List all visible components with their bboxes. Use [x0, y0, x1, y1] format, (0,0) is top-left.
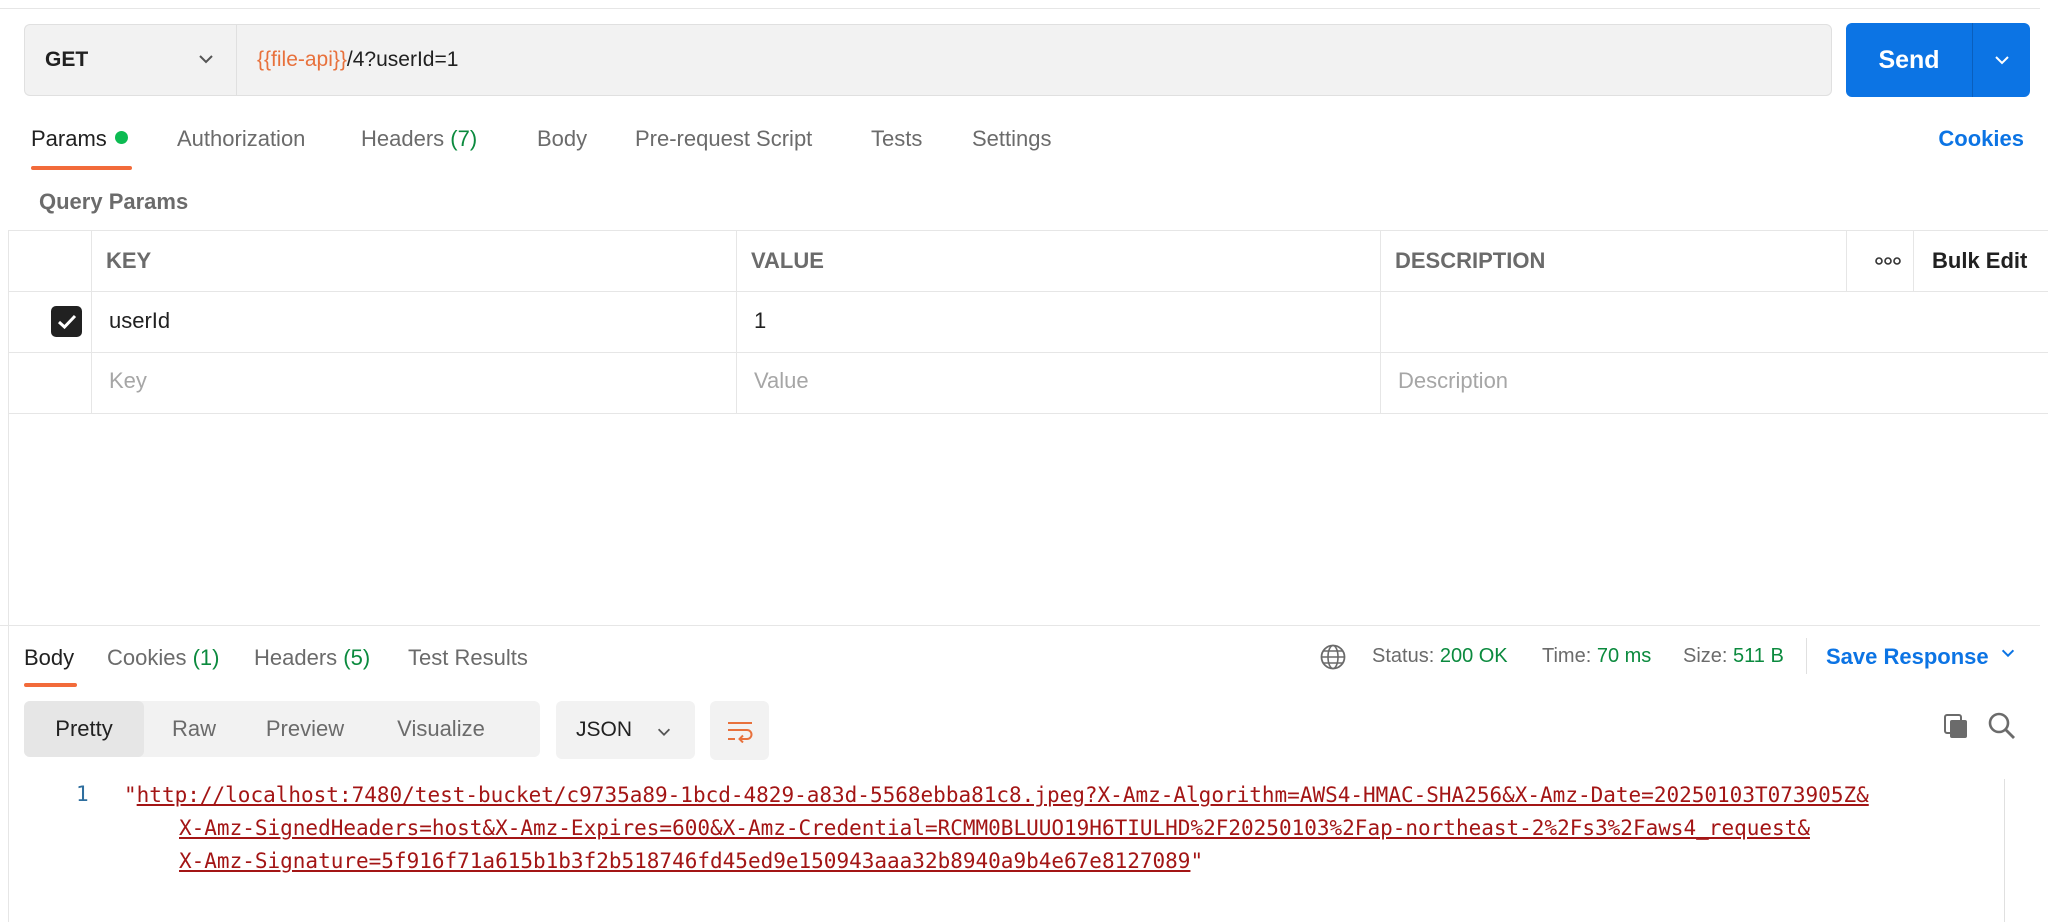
chevron-down-icon: [657, 728, 671, 736]
chevron-down-icon: [199, 55, 213, 64]
col-divider: [1846, 231, 1847, 292]
column-header-value: VALUE: [751, 248, 824, 273]
table-bottom-divider: [9, 413, 2048, 414]
tab-params-label: Params: [31, 126, 107, 151]
response-status[interactable]: Status: 200 OK: [1372, 645, 1508, 668]
code-line: X-Amz-Signature=5f916f71a615b1b3f2b51874…: [124, 845, 1966, 878]
response-size[interactable]: Size: 511 B: [1683, 645, 1784, 668]
line-number: 1: [76, 782, 89, 806]
save-response-button[interactable]: Save Response: [1826, 644, 2017, 670]
tab-settings[interactable]: Settings: [972, 126, 1052, 152]
tab-active-indicator: [31, 166, 132, 170]
search-icon[interactable]: [1987, 711, 2017, 741]
chevron-down-icon: [1994, 56, 2009, 65]
tab-headers-label: Headers: [361, 126, 445, 151]
cookies-link[interactable]: Cookies: [1938, 126, 2024, 152]
tab-headers[interactable]: Headers (7): [361, 126, 477, 152]
column-header-key: KEY: [106, 248, 152, 273]
send-dropdown-button[interactable]: [1973, 23, 2030, 97]
new-value-input[interactable]: Value: [754, 368, 809, 394]
param-key-cell[interactable]: userId: [109, 308, 170, 334]
editor-scroll-border: [2004, 779, 2005, 922]
view-mode-raw[interactable]: Raw: [144, 701, 244, 757]
size-value: 511 B: [1733, 645, 1784, 667]
new-key-input[interactable]: Key: [109, 368, 147, 394]
top-divider: [0, 8, 2040, 9]
response-url-part-3[interactable]: X-Amz-Signature=5f916f71a615b1b3f2b51874…: [179, 849, 1190, 873]
view-mode-visualize[interactable]: Visualize: [366, 701, 516, 757]
param-enabled-checkbox[interactable]: [51, 306, 82, 337]
new-description-input[interactable]: Description: [1398, 368, 1508, 394]
tab-headers-count: (7): [450, 126, 478, 151]
code-line: "http://localhost:7480/test-bucket/c9735…: [124, 779, 1966, 812]
response-tab-cookies-count: (1): [192, 645, 220, 670]
method-select[interactable]: GET: [24, 24, 236, 96]
tab-authorization[interactable]: Authorization: [177, 126, 305, 152]
view-mode-switcher: Pretty Raw Preview Visualize: [24, 701, 540, 757]
response-tab-cookies[interactable]: Cookies (1): [107, 645, 220, 671]
response-tab-body[interactable]: Body: [24, 645, 74, 671]
more-options-button[interactable]: [1873, 246, 1903, 276]
copy-icon[interactable]: [1942, 712, 1970, 740]
response-url-part-2[interactable]: X-Amz-SignedHeaders=host&X-Amz-Expires=6…: [179, 816, 1810, 840]
size-label: Size:: [1683, 645, 1728, 667]
time-label: Time:: [1542, 645, 1592, 667]
col-divider: [1380, 231, 1381, 414]
tab-prerequest-script[interactable]: Pre-request Script: [635, 126, 812, 152]
format-label: JSON: [576, 718, 633, 741]
response-tab-headers-label: Headers: [254, 645, 338, 670]
tab-tests[interactable]: Tests: [871, 126, 922, 152]
params-active-dot: [114, 131, 128, 144]
bulk-edit-button[interactable]: Bulk Edit: [1932, 248, 2027, 274]
query-params-label: Query Params: [39, 189, 189, 214]
view-mode-pretty[interactable]: Pretty: [24, 701, 144, 757]
time-value: 70 ms: [1596, 645, 1652, 667]
quote-close: ": [1190, 849, 1204, 873]
status-separator: [1806, 638, 1807, 674]
send-button[interactable]: Send: [1846, 23, 1972, 97]
word-wrap-button[interactable]: [710, 701, 769, 760]
response-divider: [0, 625, 2040, 626]
col-divider: [91, 231, 92, 414]
tab-body[interactable]: Body: [537, 126, 587, 152]
more-horizontal-icon: [1875, 257, 1901, 265]
column-header-description: DESCRIPTION: [1395, 248, 1546, 273]
response-tab-headers-count: (5): [343, 645, 371, 670]
url-variable: {{file-api}}: [257, 48, 347, 71]
response-url-part-1[interactable]: http://localhost:7480/test-bucket/c9735a…: [137, 783, 1869, 807]
format-select[interactable]: JSON: [556, 701, 695, 759]
response-tab-cookies-label: Cookies: [107, 645, 187, 670]
globe-icon[interactable]: [1319, 643, 1347, 671]
response-tab-headers[interactable]: Headers (5): [254, 645, 370, 671]
response-tab-active-indicator: [24, 683, 77, 687]
response-time[interactable]: Time: 70 ms: [1542, 645, 1651, 668]
response-tab-test-results[interactable]: Test Results: [408, 645, 528, 671]
url-input[interactable]: {{file-api}}/4?userId=1: [236, 24, 1832, 96]
query-params-table: KEY VALUE DESCRIPTION Bulk Edit userId 1…: [9, 230, 2048, 414]
code-line: X-Amz-SignedHeaders=host&X-Amz-Expires=6…: [124, 812, 1966, 845]
quote-open: ": [124, 783, 137, 807]
chevron-down-icon: [2001, 649, 2014, 658]
method-label: GET: [45, 48, 89, 71]
url-path: /4?userId=1: [346, 48, 459, 71]
col-divider: [736, 231, 737, 414]
table-row-divider: [9, 352, 2048, 353]
view-mode-preview[interactable]: Preview: [244, 701, 366, 757]
status-value: 200 OK: [1439, 645, 1508, 667]
table-header-divider: [9, 291, 2048, 292]
col-divider: [1913, 231, 1914, 292]
word-wrap-icon: [727, 721, 752, 743]
param-value-cell[interactable]: 1: [754, 308, 766, 334]
check-icon: [57, 314, 76, 329]
tab-params[interactable]: Params: [31, 126, 128, 152]
status-label: Status:: [1372, 645, 1435, 667]
send-button-group: Send: [1846, 23, 2030, 97]
save-response-label: Save Response: [1826, 644, 1989, 669]
response-body-code[interactable]: "http://localhost:7480/test-bucket/c9735…: [124, 779, 1966, 878]
